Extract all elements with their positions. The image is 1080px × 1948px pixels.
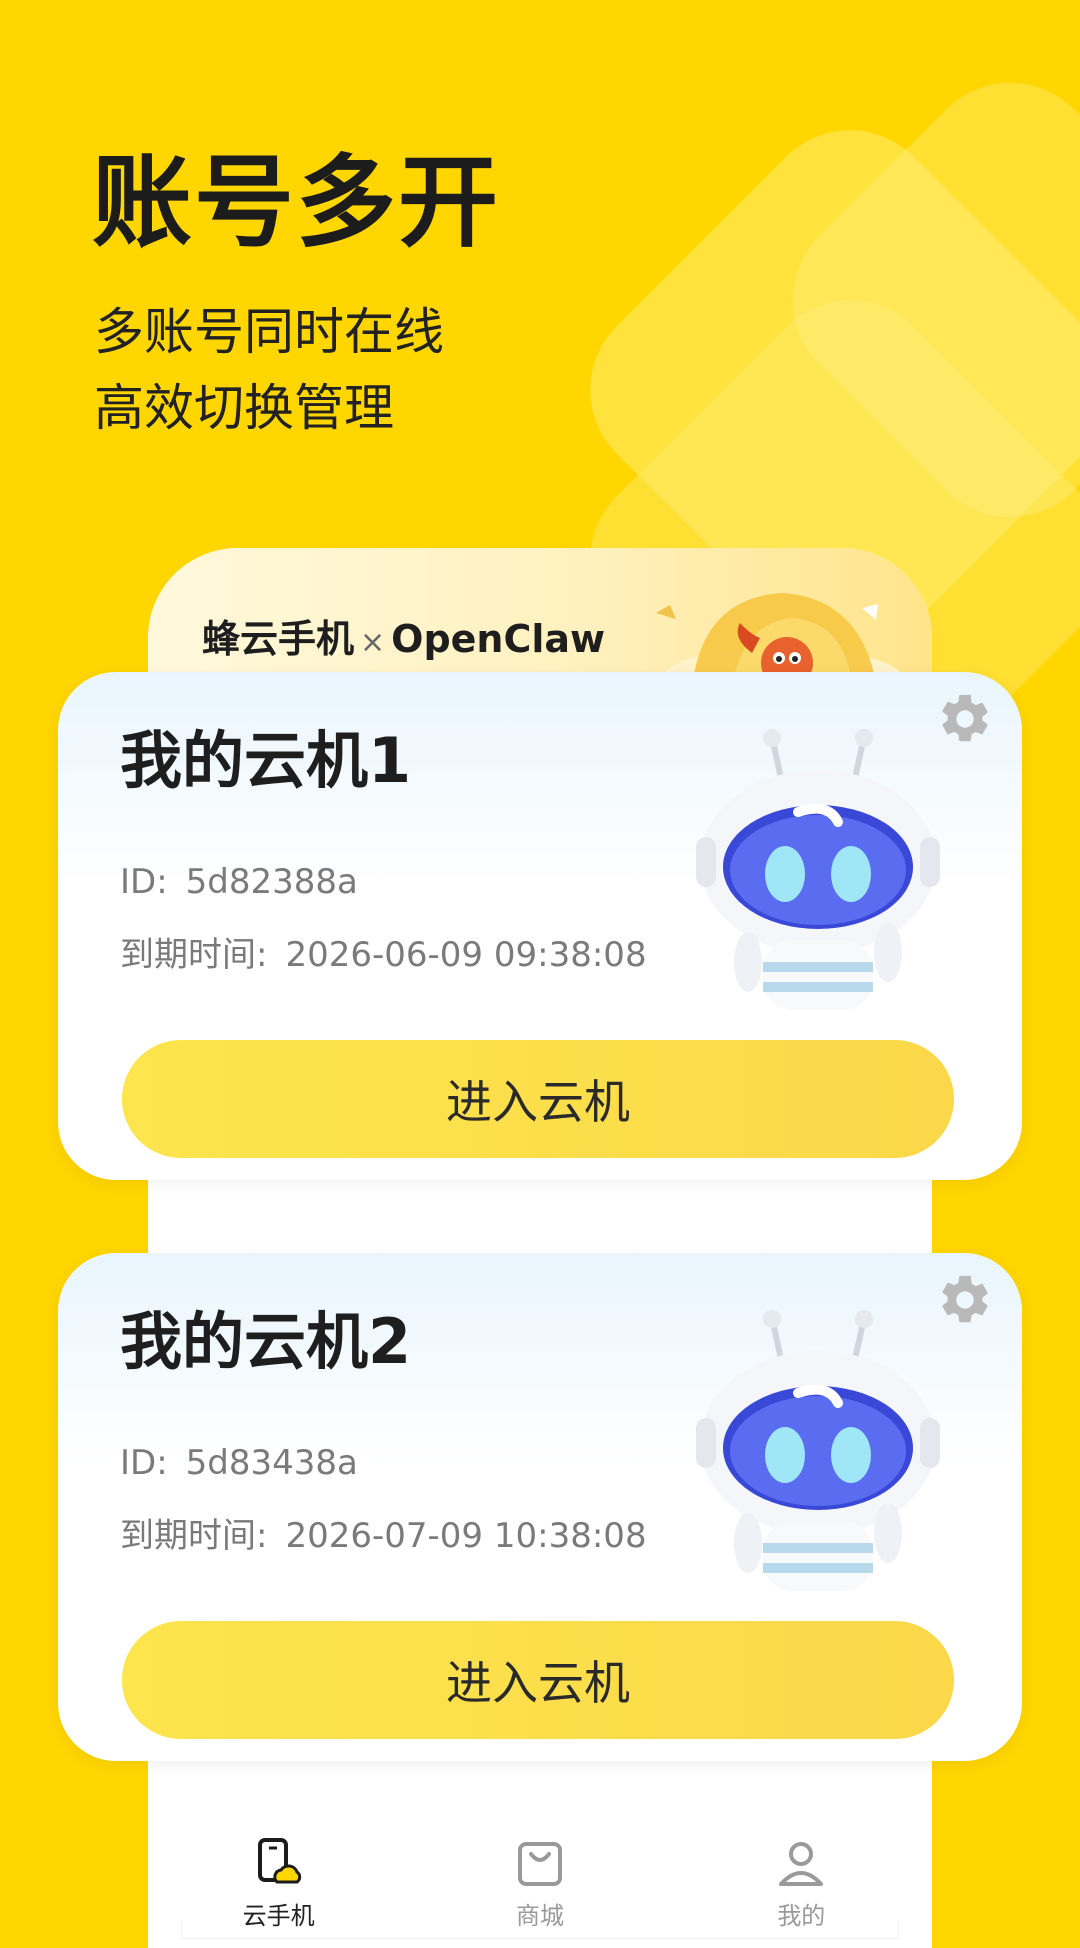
expiry-label: 到期时间: — [120, 1516, 268, 1556]
cloud-phone-card: 我的云机1 ID: 5d82388a 到期时间: 2026-06-09 09:38:… — [58, 672, 1022, 1180]
hero-subtitle-line-1: 多账号同时在线 — [94, 303, 444, 361]
hero-subtitle-line-2: 高效切换管理 — [94, 379, 394, 437]
expiry-label: 到期时间: — [120, 935, 268, 975]
shopping-bag-icon — [517, 1842, 562, 1886]
cloud-phone-icon — [257, 1838, 301, 1884]
enter-cloud-phone-button[interactable]: 进入云机 — [122, 1040, 954, 1158]
id-value: 5d83438a — [185, 1443, 358, 1483]
card-expiry: 到期时间: 2026-06-09 09:38:08 — [120, 927, 647, 976]
nav-item-profile[interactable]: 我的 — [701, 1820, 901, 1931]
robot-mascot-icon — [696, 1310, 940, 1591]
profile-icon — [779, 1842, 824, 1886]
card-expiry: 到期时间: 2026-07-09 10:38:08 — [120, 1508, 647, 1557]
nav-item-store[interactable]: 商城 — [440, 1820, 640, 1931]
enter-cloud-phone-button[interactable]: 进入云机 — [122, 1621, 954, 1739]
card-id: ID: 5d83438a — [120, 1443, 358, 1483]
hero-title: 账号多开 — [92, 144, 500, 261]
id-label: ID: — [120, 862, 168, 902]
expiry-value: 2026-07-09 10:38:08 — [285, 1516, 647, 1556]
banner-separator: × — [360, 625, 386, 660]
card-id: ID: 5d82388a — [120, 862, 358, 902]
robot-mascot-icon — [696, 729, 940, 1010]
bottom-navigation: 云手机 商城 我的 — [148, 1820, 932, 1930]
expiry-value: 2026-06-09 09:38:08 — [285, 935, 647, 975]
nav-item-cloud-phone[interactable]: 云手机 — [179, 1820, 379, 1931]
nav-label: 我的 — [777, 1902, 826, 1930]
card-title: 我的云机1 — [120, 724, 412, 797]
banner-text: 蜂云手机 × OpenClaw — [202, 608, 605, 663]
card-title: 我的云机2 — [120, 1305, 412, 1378]
nav-label: 商城 — [515, 1902, 564, 1930]
cloud-phone-card: 我的云机2 ID: 5d83438a 到期时间: 2026-07-09 10:38:… — [58, 1253, 1022, 1761]
nav-label: 云手机 — [242, 1902, 315, 1930]
id-value: 5d82388a — [185, 862, 358, 902]
id-label: ID: — [120, 1443, 168, 1483]
banner-partner: OpenClaw — [391, 617, 606, 661]
banner-brand: 蜂云手机 — [202, 617, 355, 661]
